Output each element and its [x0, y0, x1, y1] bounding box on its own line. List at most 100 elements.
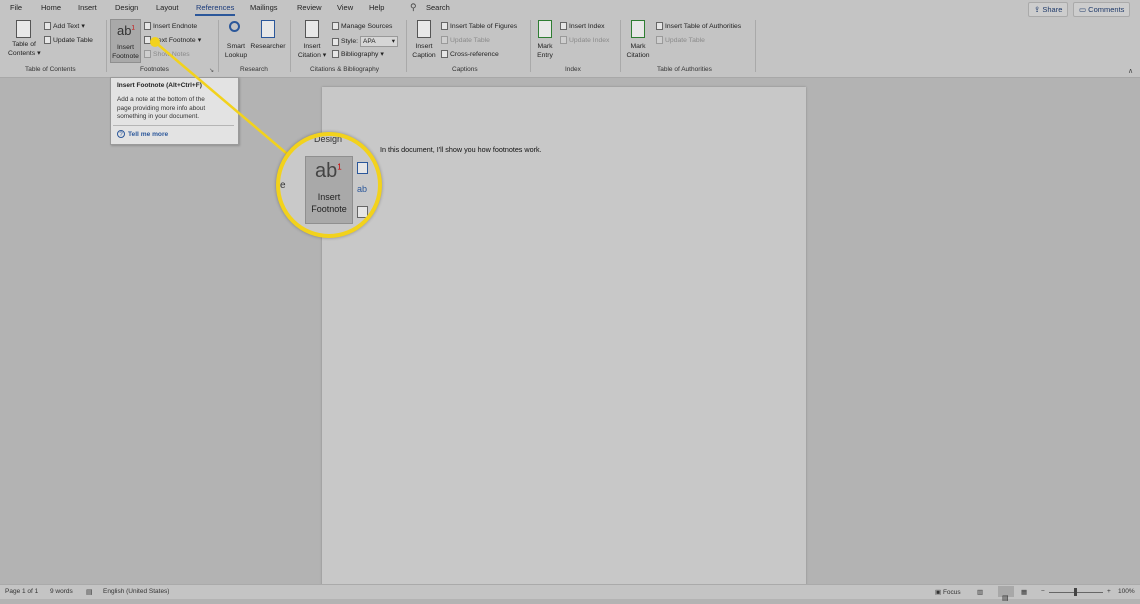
researcher-label: Researcher [250, 43, 286, 50]
magnifier-tab-text: Design [314, 134, 343, 144]
insert-caption-button[interactable]: Insert Caption [409, 20, 439, 62]
web-layout-icon[interactable]: ▦ [1021, 588, 1027, 596]
search-box[interactable]: Search [426, 3, 450, 12]
menu-bar: File Home Insert Design Layout Reference… [0, 0, 1140, 18]
insert-table-of-authorities-button[interactable]: Insert Table of Authorities [656, 22, 741, 30]
update-table-authorities-button[interactable]: Update Table [656, 36, 705, 44]
group-divider [218, 20, 219, 72]
tooltip: Insert Footnote (Alt+Ctrl+F) Add a note … [110, 77, 239, 145]
researcher-icon [261, 20, 275, 38]
print-layout-icon: ▤ [1002, 595, 1009, 602]
mark-entry-label: Mark Entry [537, 43, 553, 59]
group-label-footnotes: Footnotes [140, 66, 169, 73]
print-layout-button[interactable]: ▤ [998, 586, 1014, 602]
page-count[interactable]: Page 1 of 1 [5, 588, 38, 595]
mark-citation-button[interactable]: Mark Citation [624, 20, 652, 62]
comments-label: Comments [1088, 5, 1125, 14]
researcher-button[interactable]: Researcher [250, 20, 286, 62]
document-text[interactable]: In this document, I'll show you how foot… [380, 145, 542, 154]
language-status[interactable]: English (United States) [103, 588, 169, 595]
read-mode-icon[interactable]: ▥ [977, 588, 983, 596]
update-table-button[interactable]: Update Table [44, 36, 93, 44]
comment-icon: ▭ [1079, 5, 1089, 14]
zoom-slider-thumb[interactable] [1074, 588, 1077, 596]
tab-mailings[interactable]: Mailings [250, 3, 278, 12]
mark-entry-button[interactable]: Mark Entry [533, 20, 557, 62]
magnified-endnote-icon [357, 162, 368, 174]
style-selector[interactable]: Style: APA ▾ [332, 36, 398, 47]
next-footnote-button[interactable]: Next Footnote ▾ [144, 36, 201, 44]
zoom-level[interactable]: 100% [1118, 588, 1135, 595]
zoom-in-button[interactable]: + [1107, 588, 1111, 595]
document-page[interactable] [322, 87, 806, 587]
share-button[interactable]: ⇪ Share [1028, 2, 1069, 17]
magnified-footnote-icon: ab1 [315, 160, 342, 182]
magnifier-side-letter: e [280, 180, 286, 191]
bibliography-button[interactable]: Bibliography ▾ [332, 50, 384, 58]
insert-endnote-button[interactable]: Insert Endnote [144, 22, 197, 30]
tab-home[interactable]: Home [41, 3, 61, 12]
ribbon: Table of Contents ▾ Add Text ▾ Update Tab… [0, 18, 1140, 78]
table-of-contents-icon [16, 20, 31, 38]
insert-citation-label: Insert Citation ▾ [297, 43, 327, 59]
smart-lookup-button[interactable]: Smart Lookup [222, 20, 250, 62]
tooltip-body: Add a note at the bottom of the page prov… [117, 96, 206, 121]
show-notes-icon [144, 50, 151, 58]
tab-insert[interactable]: Insert [78, 3, 97, 12]
magnified-insert-footnote-button: ab1 Insert Footnote [305, 156, 353, 224]
show-notes-button[interactable]: Show Notes [144, 50, 190, 58]
tooltip-title: Insert Footnote (Alt+Ctrl+F) [117, 82, 202, 89]
cross-reference-icon [441, 50, 448, 58]
status-bar: Page 1 of 1 9 words ▤ English (United St… [0, 584, 1140, 602]
dialog-launcher-icon[interactable]: ↘ [209, 67, 214, 74]
add-text-button[interactable]: Add Text ▾ [44, 22, 85, 30]
table-of-contents-label: Table of Contents ▾ [8, 41, 41, 57]
update-table-icon [441, 36, 448, 44]
tab-references[interactable]: References [196, 3, 234, 12]
tab-review[interactable]: Review [297, 3, 322, 12]
group-divider [530, 20, 531, 72]
zoom-out-button[interactable]: − [1041, 588, 1045, 595]
update-index-icon [560, 36, 567, 44]
comments-button[interactable]: ▭ Comments [1073, 2, 1131, 17]
insert-footnote-button[interactable]: ab1 Insert Footnote [110, 19, 141, 63]
focus-icon: ▣ [935, 589, 943, 596]
insert-index-button[interactable]: Insert Index [560, 22, 605, 30]
group-divider [290, 20, 291, 72]
tab-layout[interactable]: Layout [156, 3, 179, 12]
group-label-authorities: Table of Authorities [657, 66, 712, 73]
add-text-icon [44, 22, 51, 30]
update-index-button[interactable]: Update Index [560, 36, 609, 44]
active-tab-indicator [195, 14, 235, 16]
tab-file[interactable]: File [10, 3, 22, 12]
style-dropdown[interactable]: APA ▾ [360, 36, 398, 47]
tab-design[interactable]: Design [115, 3, 138, 12]
tab-view[interactable]: View [337, 3, 353, 12]
magnified-show-notes-icon [357, 206, 368, 218]
bibliography-icon [332, 50, 339, 58]
insert-index-icon [560, 22, 567, 30]
mark-citation-label: Mark Citation [626, 43, 650, 59]
tab-help[interactable]: Help [369, 3, 384, 12]
insert-table-of-figures-button[interactable]: Insert Table of Figures [441, 22, 517, 30]
tell-me-more-link[interactable]: ? Tell me more [117, 130, 168, 138]
mark-citation-icon [631, 20, 645, 38]
focus-button[interactable]: ▣ Focus [935, 588, 961, 596]
update-table-figures-button[interactable]: Update Table [441, 36, 490, 44]
group-divider [106, 20, 107, 72]
mark-entry-icon [538, 20, 552, 38]
group-label-toc: Table of Contents [25, 66, 76, 73]
proofing-icon[interactable]: ▤ [86, 588, 93, 596]
cross-reference-button[interactable]: Cross-reference [441, 50, 499, 58]
table-of-contents-button[interactable]: Table of Contents ▾ [8, 20, 41, 62]
collapse-ribbon-icon[interactable]: ∧ [1128, 67, 1133, 75]
group-label-index: Index [565, 66, 581, 73]
word-count[interactable]: 9 words [50, 588, 73, 595]
footnote-icon: ab1 [117, 23, 135, 38]
table-of-figures-icon [441, 22, 448, 30]
insert-citation-button[interactable]: Insert Citation ▾ [295, 20, 329, 62]
group-divider [406, 20, 407, 72]
manage-sources-button[interactable]: Manage Sources [332, 22, 392, 30]
table-of-authorities-icon [656, 22, 663, 30]
group-label-citations: Citations & Bibliography [310, 66, 380, 73]
